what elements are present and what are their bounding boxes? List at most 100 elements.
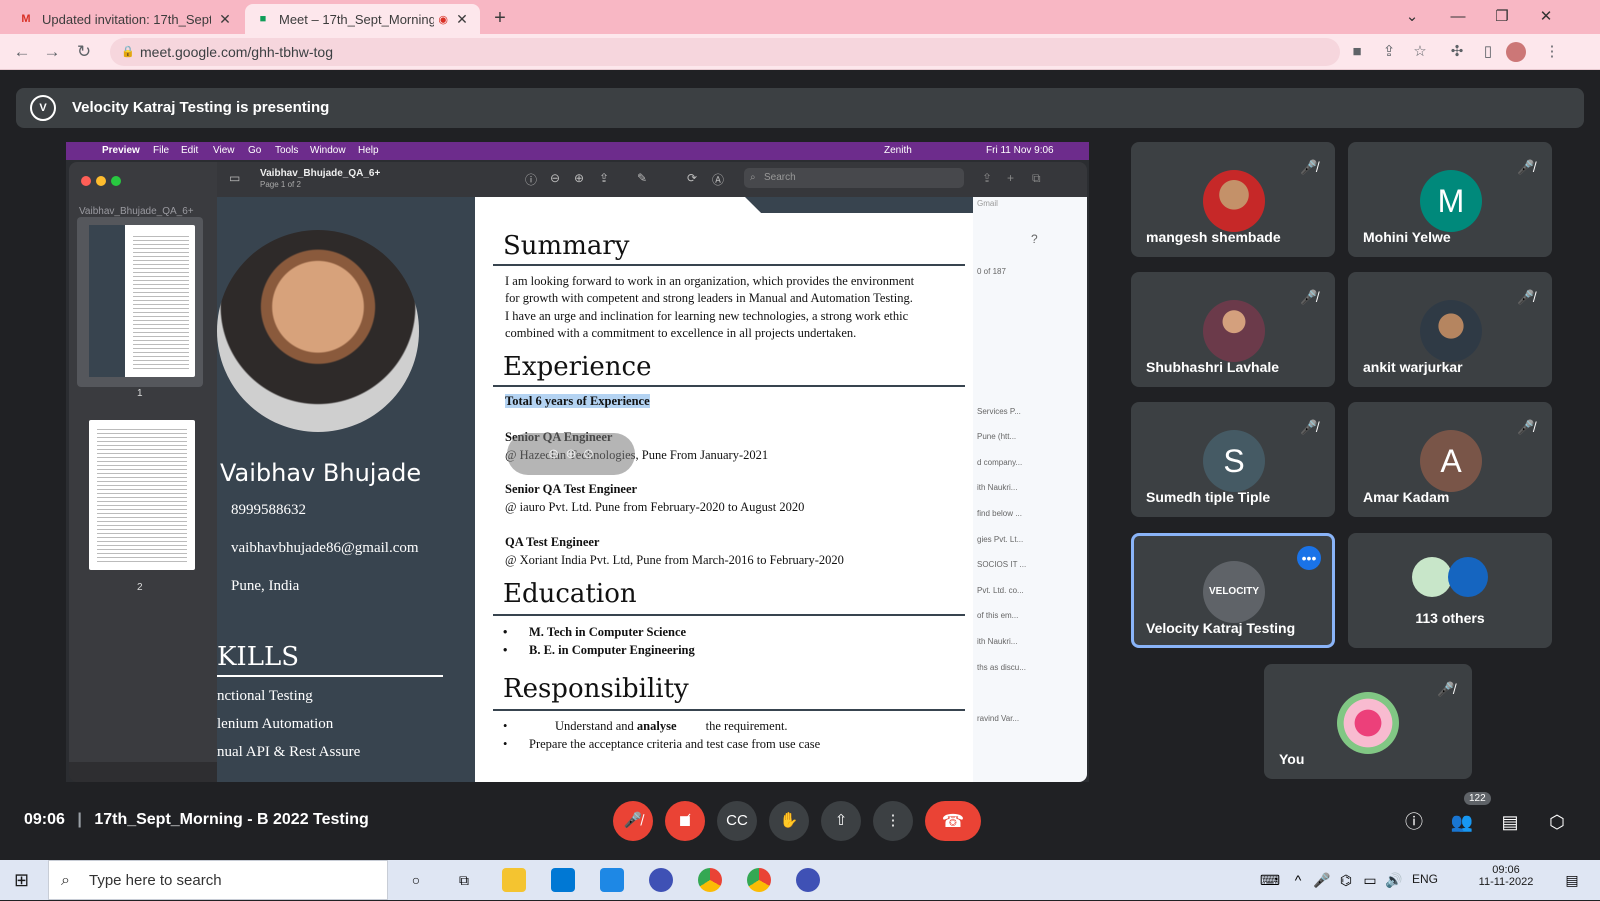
share-icon[interactable]: ⇪ (982, 171, 992, 185)
people-icon[interactable]: 👥 (1448, 808, 1476, 836)
tab-search-chevron-icon[interactable]: ⌄ (1390, 4, 1434, 30)
mac-menu-item: Window (310, 145, 346, 156)
camera-off-button[interactable]: ◼̸ (665, 801, 705, 841)
markup-pen-icon[interactable]: ✎ (637, 171, 647, 185)
chrome-icon[interactable] (698, 868, 722, 892)
activities-icon[interactable]: ⬡ (1543, 808, 1571, 836)
skills-heading: KILLS (217, 642, 300, 672)
minimize-button[interactable]: — (1436, 4, 1480, 30)
annotate-icon[interactable]: Ⓐ (712, 171, 724, 188)
page-thumbnail-2[interactable] (89, 420, 195, 570)
others-tile[interactable]: 113 others (1348, 533, 1552, 648)
address-bar[interactable]: 🔒 meet.google.com/ghh-tbhw-tog (110, 38, 1340, 66)
skill-item: nual API & Rest Assure (217, 744, 361, 760)
volume-icon[interactable]: 🔊 (1382, 868, 1406, 892)
zoom-out-icon[interactable]: ⊖ (550, 171, 560, 185)
tabs-icon[interactable]: ⧉ (1032, 171, 1041, 186)
preview-search-input[interactable]: ⌕ Search (744, 168, 964, 188)
profile-avatar[interactable] (1506, 42, 1526, 62)
back-arrow-icon[interactable]: ← (10, 40, 34, 64)
microphone-off-button[interactable]: 🎤̸ (613, 801, 653, 841)
participant-tile[interactable]: 🎤̸ ankit warjurkar (1348, 272, 1552, 387)
skill-item: lenium Automation (217, 716, 334, 732)
participant-tile-presenter[interactable]: VELOCITY ••• Velocity Katraj Testing (1131, 533, 1335, 648)
url-text: meet.google.com/ghh-tbhw-tog (140, 44, 333, 60)
participant-tile[interactable]: 🎤̸ Shubhashri Lavhale (1131, 272, 1335, 387)
maximize-button[interactable]: ❐ (1480, 4, 1524, 30)
meeting-time: 09:06 (24, 811, 65, 828)
resume-email: vaibhavbhujade86@gmail.com (231, 540, 419, 556)
file-explorer-icon[interactable] (502, 868, 526, 892)
avatar (1337, 692, 1399, 754)
cortana-icon[interactable]: ○ (404, 868, 428, 892)
bookmark-star-icon[interactable]: ☆ (1408, 40, 1432, 64)
add-icon[interactable]: + (1007, 171, 1014, 185)
battery-icon[interactable]: ▭ (1358, 868, 1382, 892)
education-divider (493, 614, 965, 616)
sidebar-toggle-icon[interactable]: ▭ (229, 171, 240, 185)
avatar (1203, 170, 1265, 232)
keyboard-icon[interactable]: ⌨ (1258, 868, 1282, 892)
participant-name: Sumedh tiple Tiple (1146, 489, 1271, 505)
participant-tile[interactable]: 🎤̸ mangesh shembade (1131, 142, 1335, 257)
task-view-icon[interactable]: ⧉ (452, 868, 476, 892)
tab-gmail-invitation[interactable]: M Updated invitation: 17th_Sept_M ✕ (8, 4, 243, 34)
zoom-in-icon[interactable]: ⊕ (566, 446, 577, 461)
chevron-up-icon[interactable]: ^ (1286, 868, 1310, 892)
mic-icon[interactable]: 🎤 (1310, 868, 1334, 892)
tab-title: Updated invitation: 17th_Sept_M (42, 11, 211, 27)
raise-hand-button[interactable]: ✋ (769, 801, 809, 841)
recording-icon: ◉ (438, 13, 448, 26)
side-panel-icon[interactable]: ▯ (1476, 40, 1500, 64)
close-tab-icon[interactable]: ✕ (454, 11, 470, 28)
close-tab-icon[interactable]: ✕ (217, 11, 233, 28)
gmail-bg-item: find below ... (977, 509, 1022, 518)
share-icon[interactable]: ⇪ (599, 171, 609, 185)
fit-icon[interactable]: ⊙ (583, 446, 594, 461)
resume-name: Vaibhav Bhujade (220, 459, 422, 487)
chrome-icon[interactable] (747, 868, 771, 892)
app-icon[interactable] (796, 868, 820, 892)
reload-icon[interactable]: ↻ (72, 40, 96, 64)
more-options-button[interactable]: ⋮ (873, 801, 913, 841)
extensions-puzzle-icon[interactable]: ✣ (1445, 40, 1469, 64)
self-tile[interactable]: 🎤̸ You (1264, 664, 1472, 779)
more-options-icon[interactable]: ••• (1297, 546, 1321, 570)
captions-button[interactable]: CC (717, 801, 757, 841)
page-thumbnail-1[interactable] (89, 225, 195, 377)
avatar: M (1420, 170, 1482, 232)
language-indicator[interactable]: ENG (1412, 872, 1438, 886)
forward-arrow-icon[interactable]: → (40, 40, 64, 64)
zoom-in-icon[interactable]: ⊕ (574, 171, 584, 185)
chat-icon[interactable]: ▤ (1496, 808, 1524, 836)
page-corner-decoration (745, 197, 975, 213)
tab-google-meet[interactable]: ■ Meet – 17th_Sept_Morning · ◉ ✕ (245, 4, 480, 34)
close-window-button[interactable]: ✕ (1524, 4, 1568, 30)
help-icon: ? (1031, 232, 1038, 246)
windows-start-icon[interactable]: ⊞ (14, 870, 29, 891)
network-icon[interactable]: ⌬ (1334, 868, 1358, 892)
chrome-menu-icon[interactable]: ⋮ (1540, 40, 1564, 64)
info-icon[interactable]: ⓘ (525, 171, 537, 188)
present-screen-button[interactable]: ⇧ (821, 801, 861, 841)
taskbar-search-input[interactable]: ⌕ Type here to search (48, 860, 388, 900)
share-icon[interactable]: ⇪ (1377, 40, 1401, 64)
mail-icon[interactable] (551, 868, 575, 892)
floating-pdf-controls[interactable]: ⊖ ⊕ ⊙ (507, 433, 635, 475)
app-icon[interactable] (649, 868, 673, 892)
preview-thumbnail-sidebar: Vaibhav_Bhujade_QA_6+ 1 2 (69, 162, 217, 762)
leave-call-button[interactable]: ☎ (925, 801, 981, 841)
taskbar-clock[interactable]: 09:06 11-11-2022 (1476, 864, 1536, 888)
new-tab-button[interactable]: + (488, 6, 512, 30)
notifications-icon[interactable]: ▤ (1560, 868, 1584, 892)
avatar (1203, 300, 1265, 362)
participant-tile[interactable]: A 🎤̸ Amar Kadam (1348, 402, 1552, 517)
store-icon[interactable] (600, 868, 624, 892)
zoom-out-icon[interactable]: ⊖ (548, 446, 559, 461)
participant-tile[interactable]: M 🎤̸ Mohini Yelwe (1348, 142, 1552, 257)
avatar (1420, 300, 1482, 362)
rotate-icon[interactable]: ⟳ (687, 171, 697, 185)
participant-tile[interactable]: S 🎤̸ Sumedh tiple Tiple (1131, 402, 1335, 517)
camera-in-use-icon[interactable]: ■ (1345, 40, 1369, 64)
meeting-details-icon[interactable]: ⓘ (1400, 808, 1428, 836)
